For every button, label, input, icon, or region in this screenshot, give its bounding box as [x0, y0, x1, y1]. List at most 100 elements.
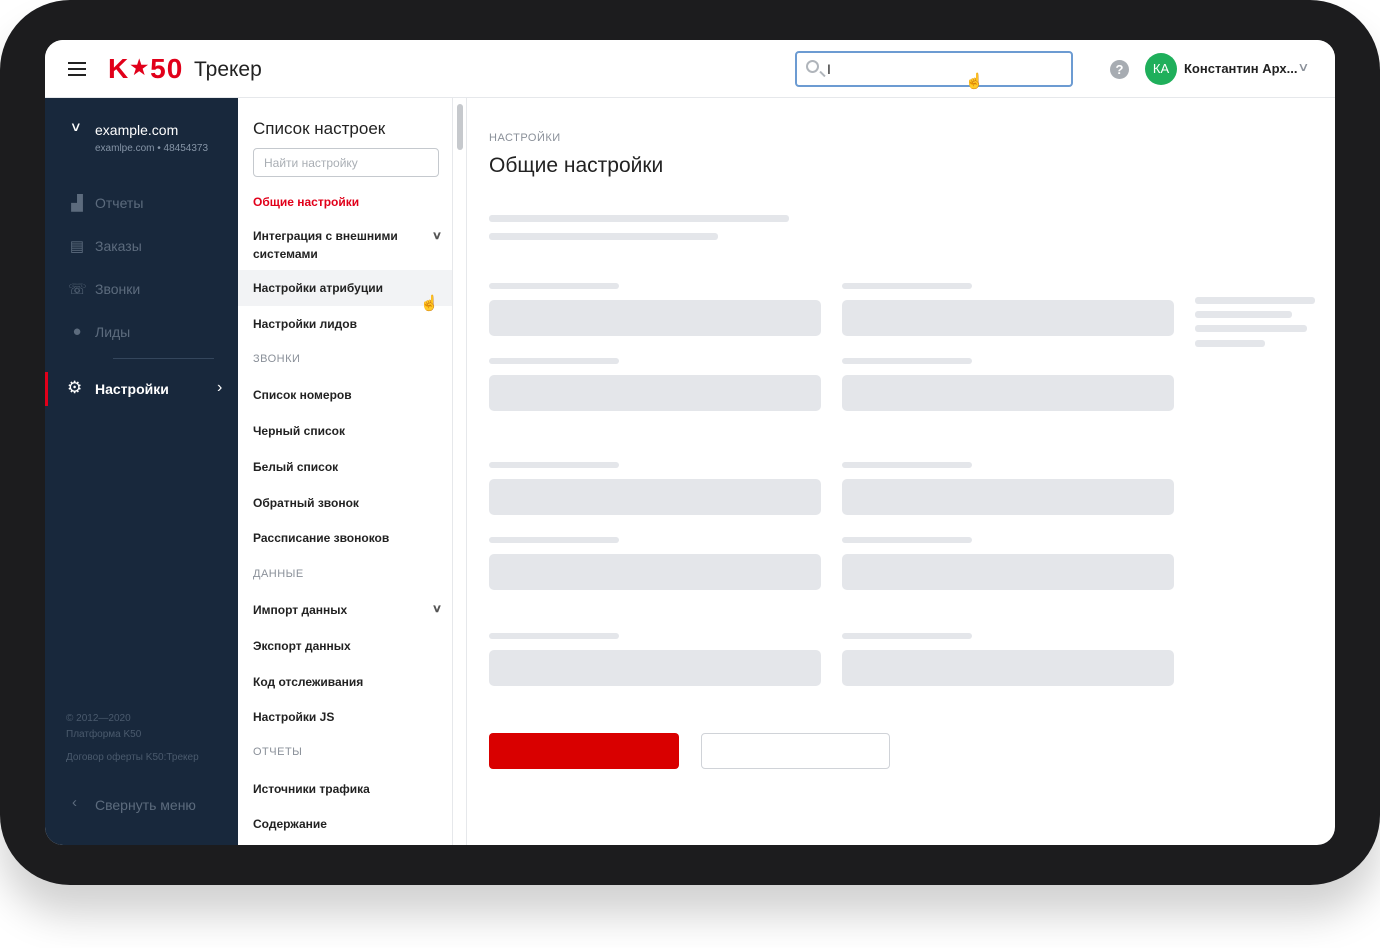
sidebar-divider [113, 358, 214, 359]
settings-item-label: Источники трафика [253, 782, 370, 796]
save-button[interactable] [489, 733, 679, 769]
skeleton-field [489, 375, 821, 411]
scrollbar-thumb[interactable] [457, 104, 463, 150]
settings-item-import[interactable]: Импорт данных ∨ [238, 601, 452, 621]
global-search-input[interactable] [827, 59, 1057, 79]
sidebar-item-reports[interactable]: ▟ Отчеты [45, 188, 238, 218]
settings-item-label: Содержание [253, 817, 327, 831]
settings-item-label: Черный список [253, 424, 345, 438]
settings-item-general[interactable]: Общие настройки [238, 193, 452, 213]
user-icon: ● [72, 323, 82, 340]
product-name: Трекер [194, 58, 262, 81]
skeleton-label [489, 358, 619, 364]
settings-search-input[interactable] [253, 148, 439, 177]
settings-item-whitelist[interactable]: Белый список [238, 458, 452, 478]
chart-icon: ▟ [71, 195, 83, 212]
settings-item-callback[interactable]: Обратный звонок [238, 494, 452, 514]
app-screen: K★50 Трекер ☝ ? КА Константин Арх... ∨ ∨… [45, 40, 1335, 845]
settings-item-label: Рассписание звоноков [253, 531, 390, 545]
main-sidebar: ∨ example.com examlpe.com • 48454373 ▟ О… [45, 98, 238, 845]
skeleton-text-line [489, 233, 718, 240]
skeleton-field [489, 479, 821, 515]
sidebar-item-calls[interactable]: ☏ Звонки [45, 274, 238, 304]
top-bar: K★50 Трекер ☝ ? КА Константин Арх... ∨ [45, 40, 1335, 98]
avatar[interactable]: КА [1145, 53, 1177, 85]
settings-item-label: Общие настройки [253, 195, 360, 209]
skeleton-field [489, 554, 821, 590]
chevron-down-icon[interactable]: ∨ [70, 119, 82, 135]
sidebar-item-label: Настройки [95, 381, 169, 397]
k50-logo[interactable]: K★50 [108, 53, 183, 85]
logo-star: ★ [130, 57, 150, 79]
settings-section-data: ДАННЫЕ [253, 568, 304, 580]
settings-item-integration[interactable]: Интеграция с внешними системами ∨ [238, 227, 452, 263]
skeleton-label [842, 358, 972, 364]
gear-icon: ⚙ [67, 378, 83, 397]
settings-item-label: Настройки JS [253, 710, 335, 724]
settings-item-label: Интеграция с внешними системами [253, 229, 398, 261]
search-icon [806, 60, 819, 73]
skeleton-label [842, 537, 972, 543]
settings-item-content[interactable]: Содержание [238, 815, 452, 835]
settings-item-tracking-code[interactable]: Код отслеживания [238, 673, 452, 693]
settings-item-label: Импорт данных [253, 603, 348, 617]
skeleton-field [842, 650, 1174, 686]
sidebar-item-label: Заказы [95, 238, 142, 254]
user-name[interactable]: Константин Арх... [1184, 61, 1297, 76]
collapse-menu-button[interactable]: ‹ Свернуть меню [45, 790, 238, 820]
sidebar-item-label: Лиды [95, 324, 131, 340]
site-name[interactable]: example.com [95, 122, 178, 138]
skeleton-field [489, 650, 821, 686]
skeleton-text-line [1195, 311, 1292, 318]
skeleton-field [842, 300, 1174, 336]
platform-link[interactable]: Платформа K50 [66, 729, 141, 740]
chevron-down-icon[interactable]: ∨ [432, 602, 442, 615]
breadcrumb[interactable]: НАСТРОЙКИ [489, 132, 561, 144]
skeleton-label [489, 283, 619, 289]
settings-item-label: Код отслеживания [253, 675, 364, 689]
skeleton-field [489, 300, 821, 336]
sidebar-item-settings[interactable]: ⚙ Настройки › [45, 372, 238, 406]
settings-item-numbers[interactable]: Список номеров [238, 386, 452, 406]
skeleton-label [489, 633, 619, 639]
device-frame: K★50 Трекер ☝ ? КА Константин Арх... ∨ ∨… [0, 0, 1380, 885]
settings-section-reports: ОТЧЕТЫ [253, 746, 303, 758]
skeleton-text-line [1195, 297, 1315, 304]
help-icon[interactable]: ? [1110, 60, 1129, 79]
site-id: examlpe.com • 48454373 [95, 143, 209, 154]
skeleton-label [489, 462, 619, 468]
chevron-down-icon[interactable]: ∨ [1297, 60, 1309, 74]
logo-number: 50 [150, 53, 184, 84]
sidebar-item-leads[interactable]: ● Лиды [45, 317, 238, 347]
chevron-left-icon: ‹ [72, 794, 77, 811]
settings-item-export[interactable]: Экспорт данных [238, 637, 452, 657]
chevron-right-icon: › [217, 379, 223, 396]
global-search[interactable] [795, 51, 1073, 87]
settings-item-blacklist[interactable]: Черный список [238, 422, 452, 442]
settings-list-title: Список настроек [253, 119, 386, 138]
skeleton-field [842, 375, 1174, 411]
main-content: НАСТРОЙКИ Общие настройки [467, 98, 1335, 845]
settings-item-traffic-sources[interactable]: Источники трафика [238, 780, 452, 800]
chevron-down-icon[interactable]: ∨ [432, 229, 442, 242]
sidebar-item-label: Отчеты [95, 195, 144, 211]
settings-item-label: Экспорт данных [253, 639, 351, 653]
active-indicator [45, 372, 48, 406]
settings-item-label: Настройки лидов [253, 317, 357, 331]
settings-list-panel: Список настроек Общие настройки Интеграц… [238, 98, 453, 845]
settings-item-leads[interactable]: Настройки лидов [238, 315, 452, 335]
hamburger-menu-icon[interactable] [68, 62, 86, 76]
settings-section-calls: ЗВОНКИ [253, 353, 301, 365]
skeleton-text-line [1195, 325, 1307, 332]
settings-item-schedule[interactable]: Рассписание звоноков [238, 529, 452, 549]
copyright: © 2012—2020 [66, 713, 131, 724]
skeleton-label [842, 283, 972, 289]
skeleton-label [842, 462, 972, 468]
offer-link[interactable]: Договор оферты K50:Трекер [66, 752, 199, 763]
settings-item-js[interactable]: Настройки JS [238, 708, 452, 728]
settings-item-label: Белый список [253, 460, 339, 474]
sidebar-item-orders[interactable]: ▤ Заказы [45, 231, 238, 261]
orders-icon: ▤ [69, 238, 85, 255]
cancel-button[interactable] [701, 733, 890, 769]
skeleton-text-line [1195, 340, 1265, 347]
